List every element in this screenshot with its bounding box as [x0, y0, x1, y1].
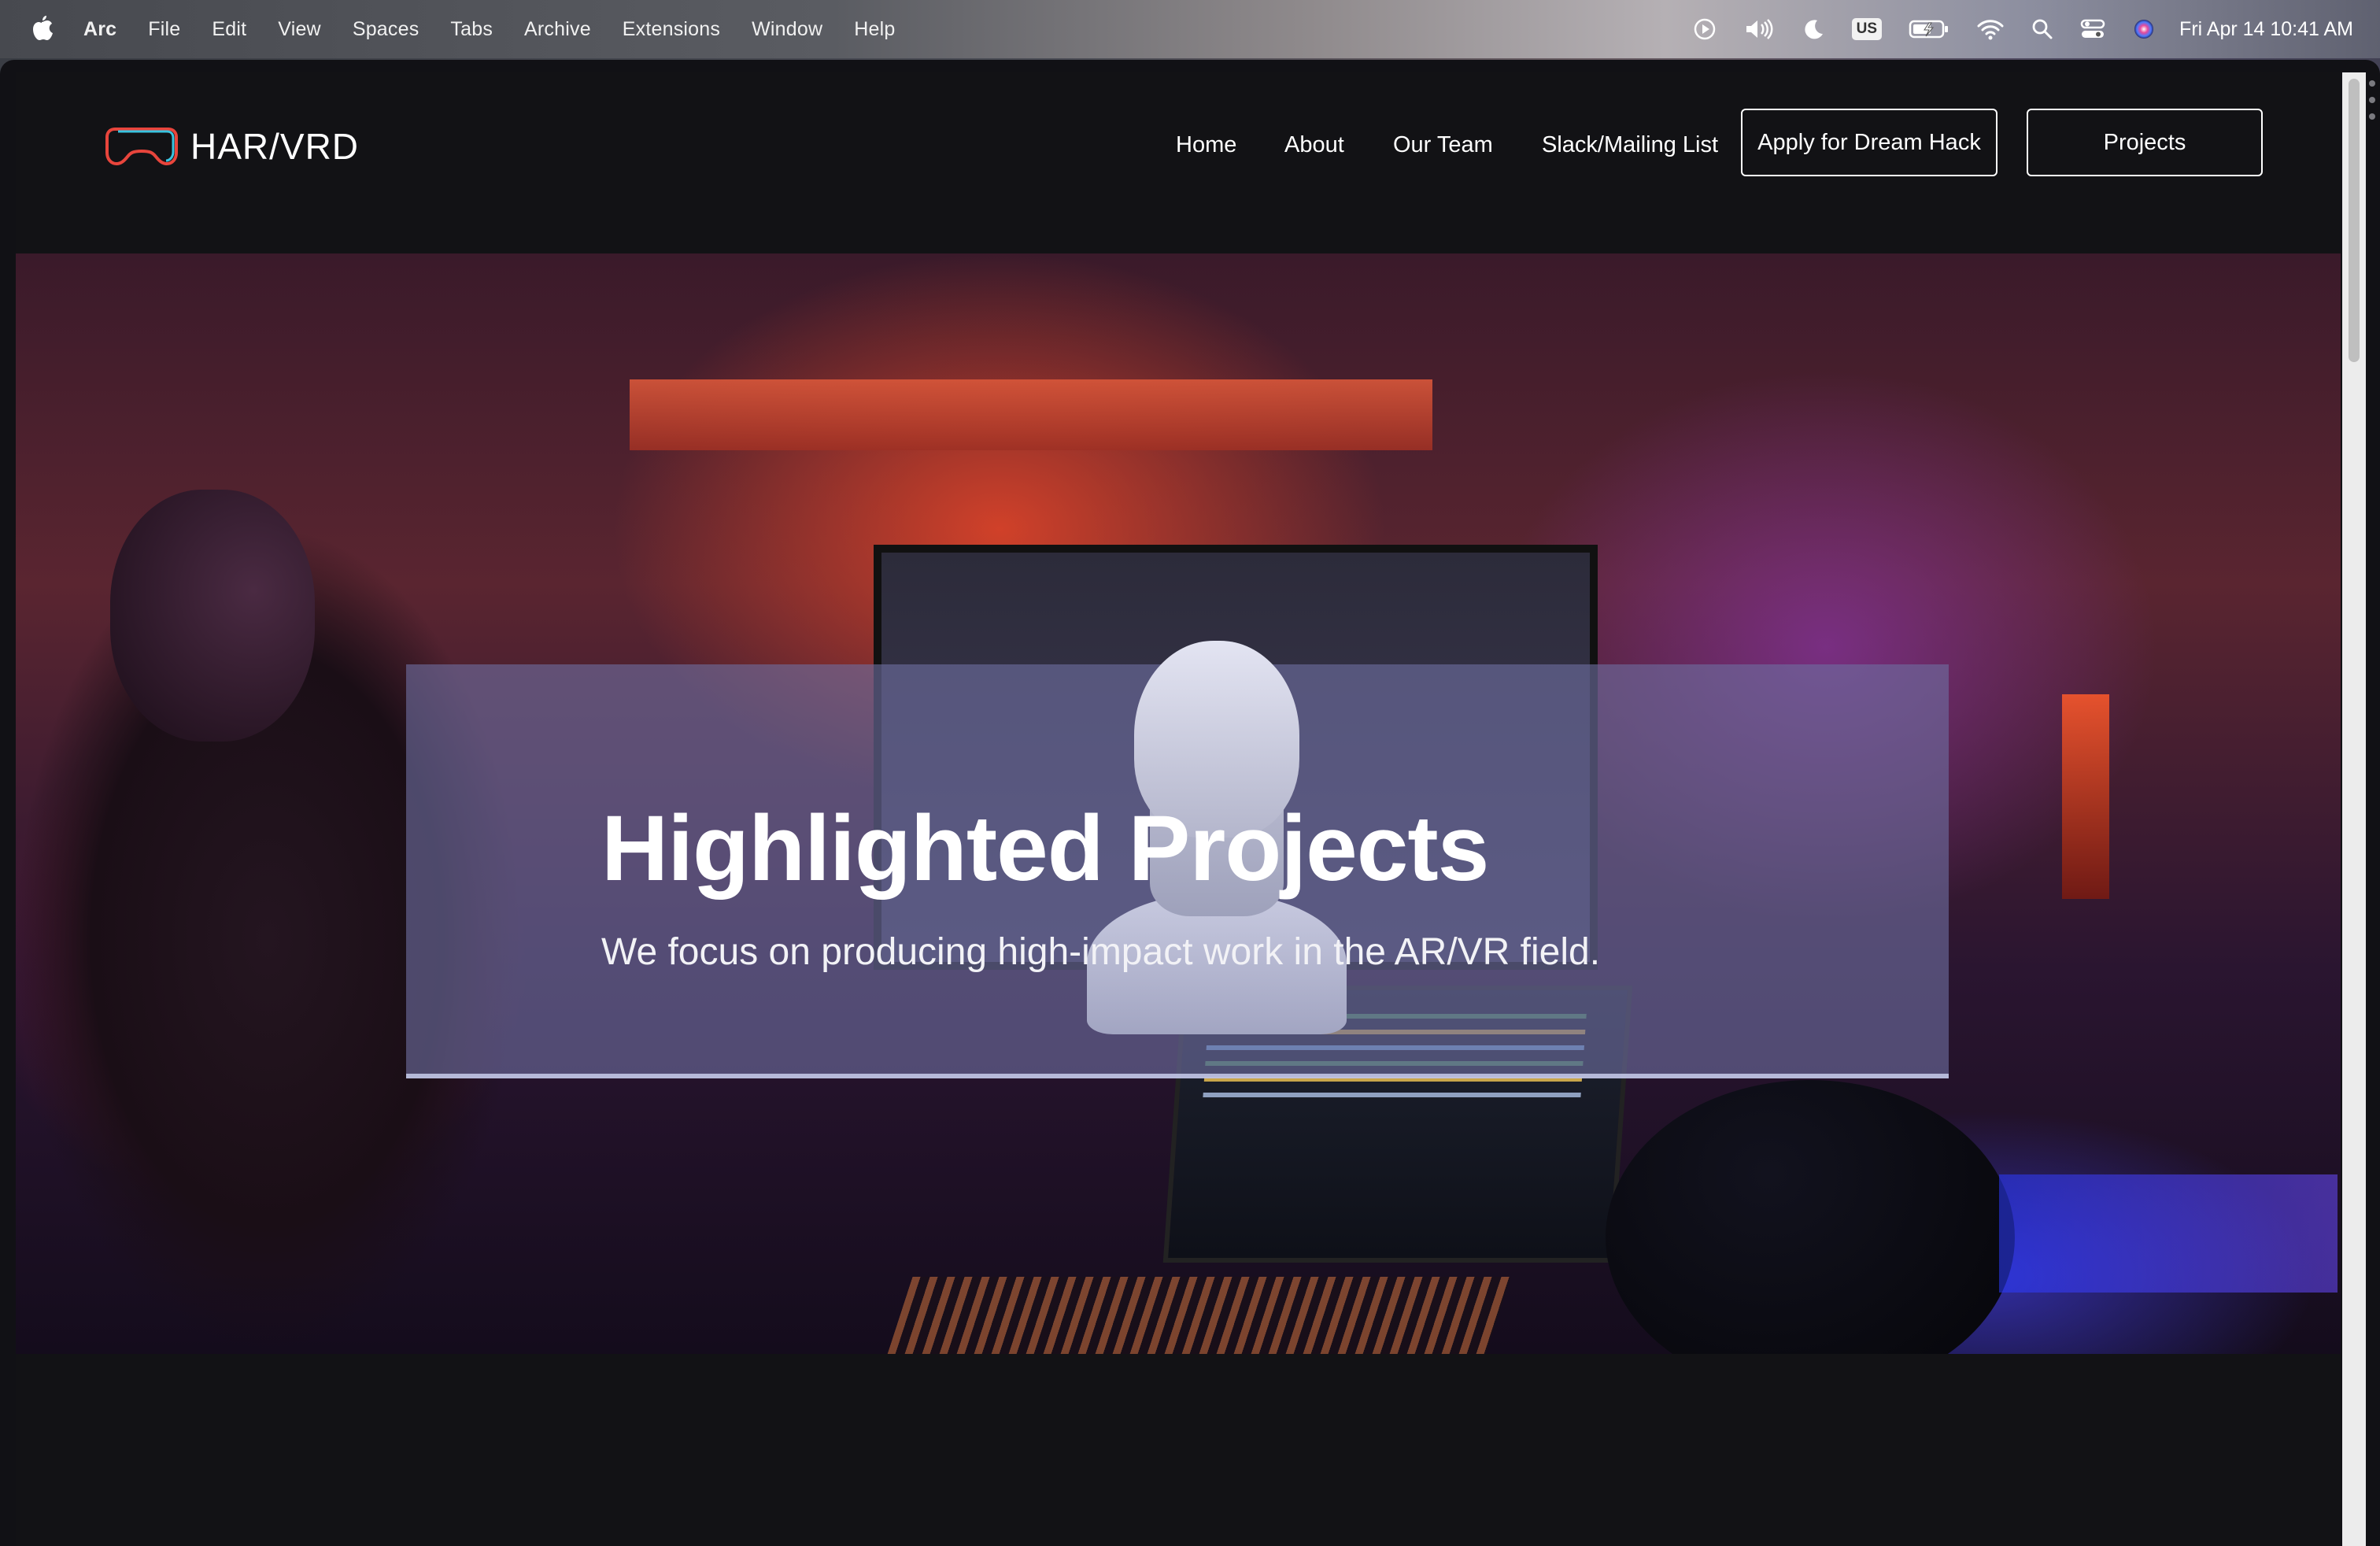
nav-our-team[interactable]: Our Team: [1393, 132, 1493, 158]
hero-banner: Highlighted Projects We focus on produci…: [16, 253, 2341, 1354]
menu-view[interactable]: View: [278, 18, 321, 41]
menu-extensions[interactable]: Extensions: [623, 18, 720, 41]
window-handle[interactable]: [2369, 80, 2377, 120]
siri-icon[interactable]: [2132, 17, 2156, 41]
nav-about[interactable]: About: [1284, 132, 1344, 158]
vr-headset-image: [1606, 1080, 2015, 1354]
site-logo-text: HAR/VRD: [190, 126, 360, 167]
status-area: US Fri Apr 14 10:41 AM: [1666, 0, 2353, 58]
browser-window: HAR/VRD Home About Our Team Slack/Mailin…: [0, 60, 2380, 1546]
site-header: HAR/VRD Home About Our Team Slack/Mailin…: [16, 72, 2341, 253]
play-icon[interactable]: [1693, 17, 1717, 41]
menu-archive[interactable]: Archive: [524, 18, 591, 41]
scrollbar-thumb[interactable]: [2349, 79, 2360, 362]
hero-subtitle: We focus on producing high-impact work i…: [601, 931, 1601, 973]
keyboard-icon[interactable]: US: [1851, 18, 1883, 40]
menu-bar: Arc File Edit View Spaces Tabs Archive E…: [0, 0, 2380, 58]
vr-headset-logo-icon: [105, 128, 178, 166]
menu-tabs[interactable]: Tabs: [450, 18, 493, 41]
hero-card: Highlighted Projects We focus on produci…: [406, 641, 1949, 1078]
projects-button[interactable]: Projects: [2027, 109, 2263, 176]
menu-help[interactable]: Help: [854, 18, 895, 41]
apple-icon[interactable]: [28, 14, 55, 44]
menubar-clock[interactable]: Fri Apr 14 10:41 AM: [2179, 18, 2353, 41]
apply-dream-hack-button[interactable]: Apply for Dream Hack: [1741, 109, 1998, 176]
menu-window[interactable]: Window: [752, 18, 822, 41]
web-page: HAR/VRD Home About Our Team Slack/Mailin…: [16, 72, 2341, 1546]
app-menu: Arc File Edit View Spaces Tabs Archive E…: [83, 0, 926, 58]
page-content-below: [16, 1354, 2341, 1546]
wifi-icon[interactable]: [1976, 17, 2005, 41]
menu-edit[interactable]: Edit: [212, 18, 246, 41]
control-center-icon[interactable]: [2080, 18, 2105, 40]
moon-icon[interactable]: [1802, 17, 1825, 41]
site-logo[interactable]: HAR/VRD: [104, 121, 359, 172]
menu-app-name[interactable]: Arc: [83, 18, 116, 41]
keyboard-image: [881, 1277, 1511, 1354]
page-scrollbar[interactable]: [2342, 72, 2366, 1546]
nav-slack-mailing-list[interactable]: Slack/Mailing List: [1542, 132, 1718, 158]
search-icon[interactable]: [2031, 18, 2053, 40]
battery-icon[interactable]: [1909, 18, 1949, 40]
hero-title: Highlighted Projects: [601, 797, 1489, 901]
menu-file[interactable]: File: [148, 18, 180, 41]
nav-home[interactable]: Home: [1176, 132, 1236, 158]
volume-icon[interactable]: [1743, 17, 1775, 41]
menu-spaces[interactable]: Spaces: [353, 18, 419, 41]
